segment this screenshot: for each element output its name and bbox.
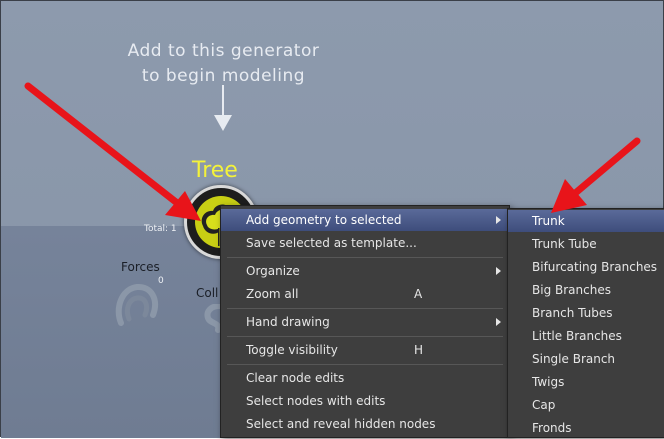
- down-arrow-icon: [214, 85, 232, 131]
- submenu-item-single-branch[interactable]: Single Branch: [508, 348, 664, 370]
- menu-item-select-nodes-with-edits[interactable]: Select nodes with edits: [221, 390, 509, 412]
- collision-icon[interactable]: [204, 304, 220, 334]
- red-arrow-to-node: [24, 82, 201, 221]
- red-arrow-to-trunk: [551, 137, 641, 213]
- menu-item-shortcut: A: [414, 287, 423, 301]
- submenu-item-label: Trunk: [532, 214, 565, 228]
- submenu-item-label: Single Branch: [532, 352, 616, 366]
- menu-item-organize[interactable]: Organize: [221, 260, 509, 282]
- submenu-item-label: Twigs: [532, 375, 565, 389]
- menu-separator: [227, 308, 503, 309]
- generator-canvas[interactable]: Add to this generator to begin modeling …: [0, 0, 664, 438]
- menu-item-toggle-visibility[interactable]: Toggle visibility H: [221, 339, 509, 361]
- menu-separator: [227, 364, 503, 365]
- menu-item-add-geometry[interactable]: Add geometry to selected: [221, 209, 509, 231]
- menu-item-shortcut: H: [414, 343, 424, 357]
- submenu-item-branch-tubes[interactable]: Branch Tubes: [508, 302, 664, 324]
- menu-item-hand-drawing[interactable]: Hand drawing: [221, 311, 509, 333]
- submenu-item-little-branches[interactable]: Little Branches: [508, 325, 664, 347]
- submenu-arrow-icon: [496, 267, 501, 275]
- submenu-item-trunk[interactable]: Trunk: [508, 210, 664, 232]
- submenu-item-bifurcating-branches[interactable]: Bifurcating Branches: [508, 256, 664, 278]
- submenu-item-cap[interactable]: Cap: [508, 394, 664, 416]
- submenu-item-label: Big Branches: [532, 283, 611, 297]
- menu-item-label: Select nodes with edits: [246, 394, 386, 408]
- menu-item-save-template[interactable]: Save selected as template...: [221, 232, 509, 254]
- menu-item-label: Select and reveal hidden nodes: [246, 417, 436, 431]
- submenu-item-trunk-tube[interactable]: Trunk Tube: [508, 233, 664, 255]
- menu-item-label: Zoom all: [246, 287, 299, 301]
- forces-label: Forces: [121, 260, 160, 274]
- menu-item-label: Hand drawing: [246, 315, 330, 329]
- submenu-arrow-icon: [496, 216, 501, 224]
- submenu-item-label: Fronds: [532, 421, 572, 435]
- menu-item-label: Clear node edits: [246, 371, 345, 385]
- menu-separator: [227, 336, 503, 337]
- menu-item-label: Add geometry to selected: [246, 213, 402, 227]
- context-menu: Add geometry to selected Save selected a…: [220, 205, 510, 438]
- submenu-item-fronds[interactable]: Fronds: [508, 417, 664, 439]
- submenu-item-label: Trunk Tube: [532, 237, 597, 251]
- submenu-item-label: Branch Tubes: [532, 306, 613, 320]
- geometry-submenu: Trunk Trunk Tube Bifurcating Branches Bi…: [507, 208, 664, 438]
- submenu-item-label: Cap: [532, 398, 556, 412]
- collision-label: Coll: [196, 286, 219, 300]
- submenu-item-label: Bifurcating Branches: [532, 260, 658, 274]
- menu-item-label: Toggle visibility: [246, 343, 338, 357]
- forces-magnet-icon[interactable]: [113, 279, 161, 327]
- tree-node-label: Tree: [192, 158, 238, 183]
- menu-item-select-reveal-hidden[interactable]: Select and reveal hidden nodes: [221, 413, 509, 435]
- empty-generator-hint: Add to this generator to begin modeling: [101, 39, 346, 89]
- submenu-item-big-branches[interactable]: Big Branches: [508, 279, 664, 301]
- hint-line-1: Add to this generator: [127, 41, 320, 61]
- submenu-item-twigs[interactable]: Twigs: [508, 371, 664, 393]
- menu-item-zoom-all[interactable]: Zoom all A: [221, 283, 509, 305]
- menu-item-clear-node-edits[interactable]: Clear node edits: [221, 367, 509, 389]
- submenu-item-label: Little Branches: [532, 329, 622, 343]
- menu-item-label: Organize: [246, 264, 300, 278]
- menu-separator: [227, 257, 503, 258]
- submenu-arrow-icon: [496, 318, 501, 326]
- menu-item-label: Save selected as template...: [246, 236, 417, 250]
- total-count: Total: 1: [144, 224, 177, 234]
